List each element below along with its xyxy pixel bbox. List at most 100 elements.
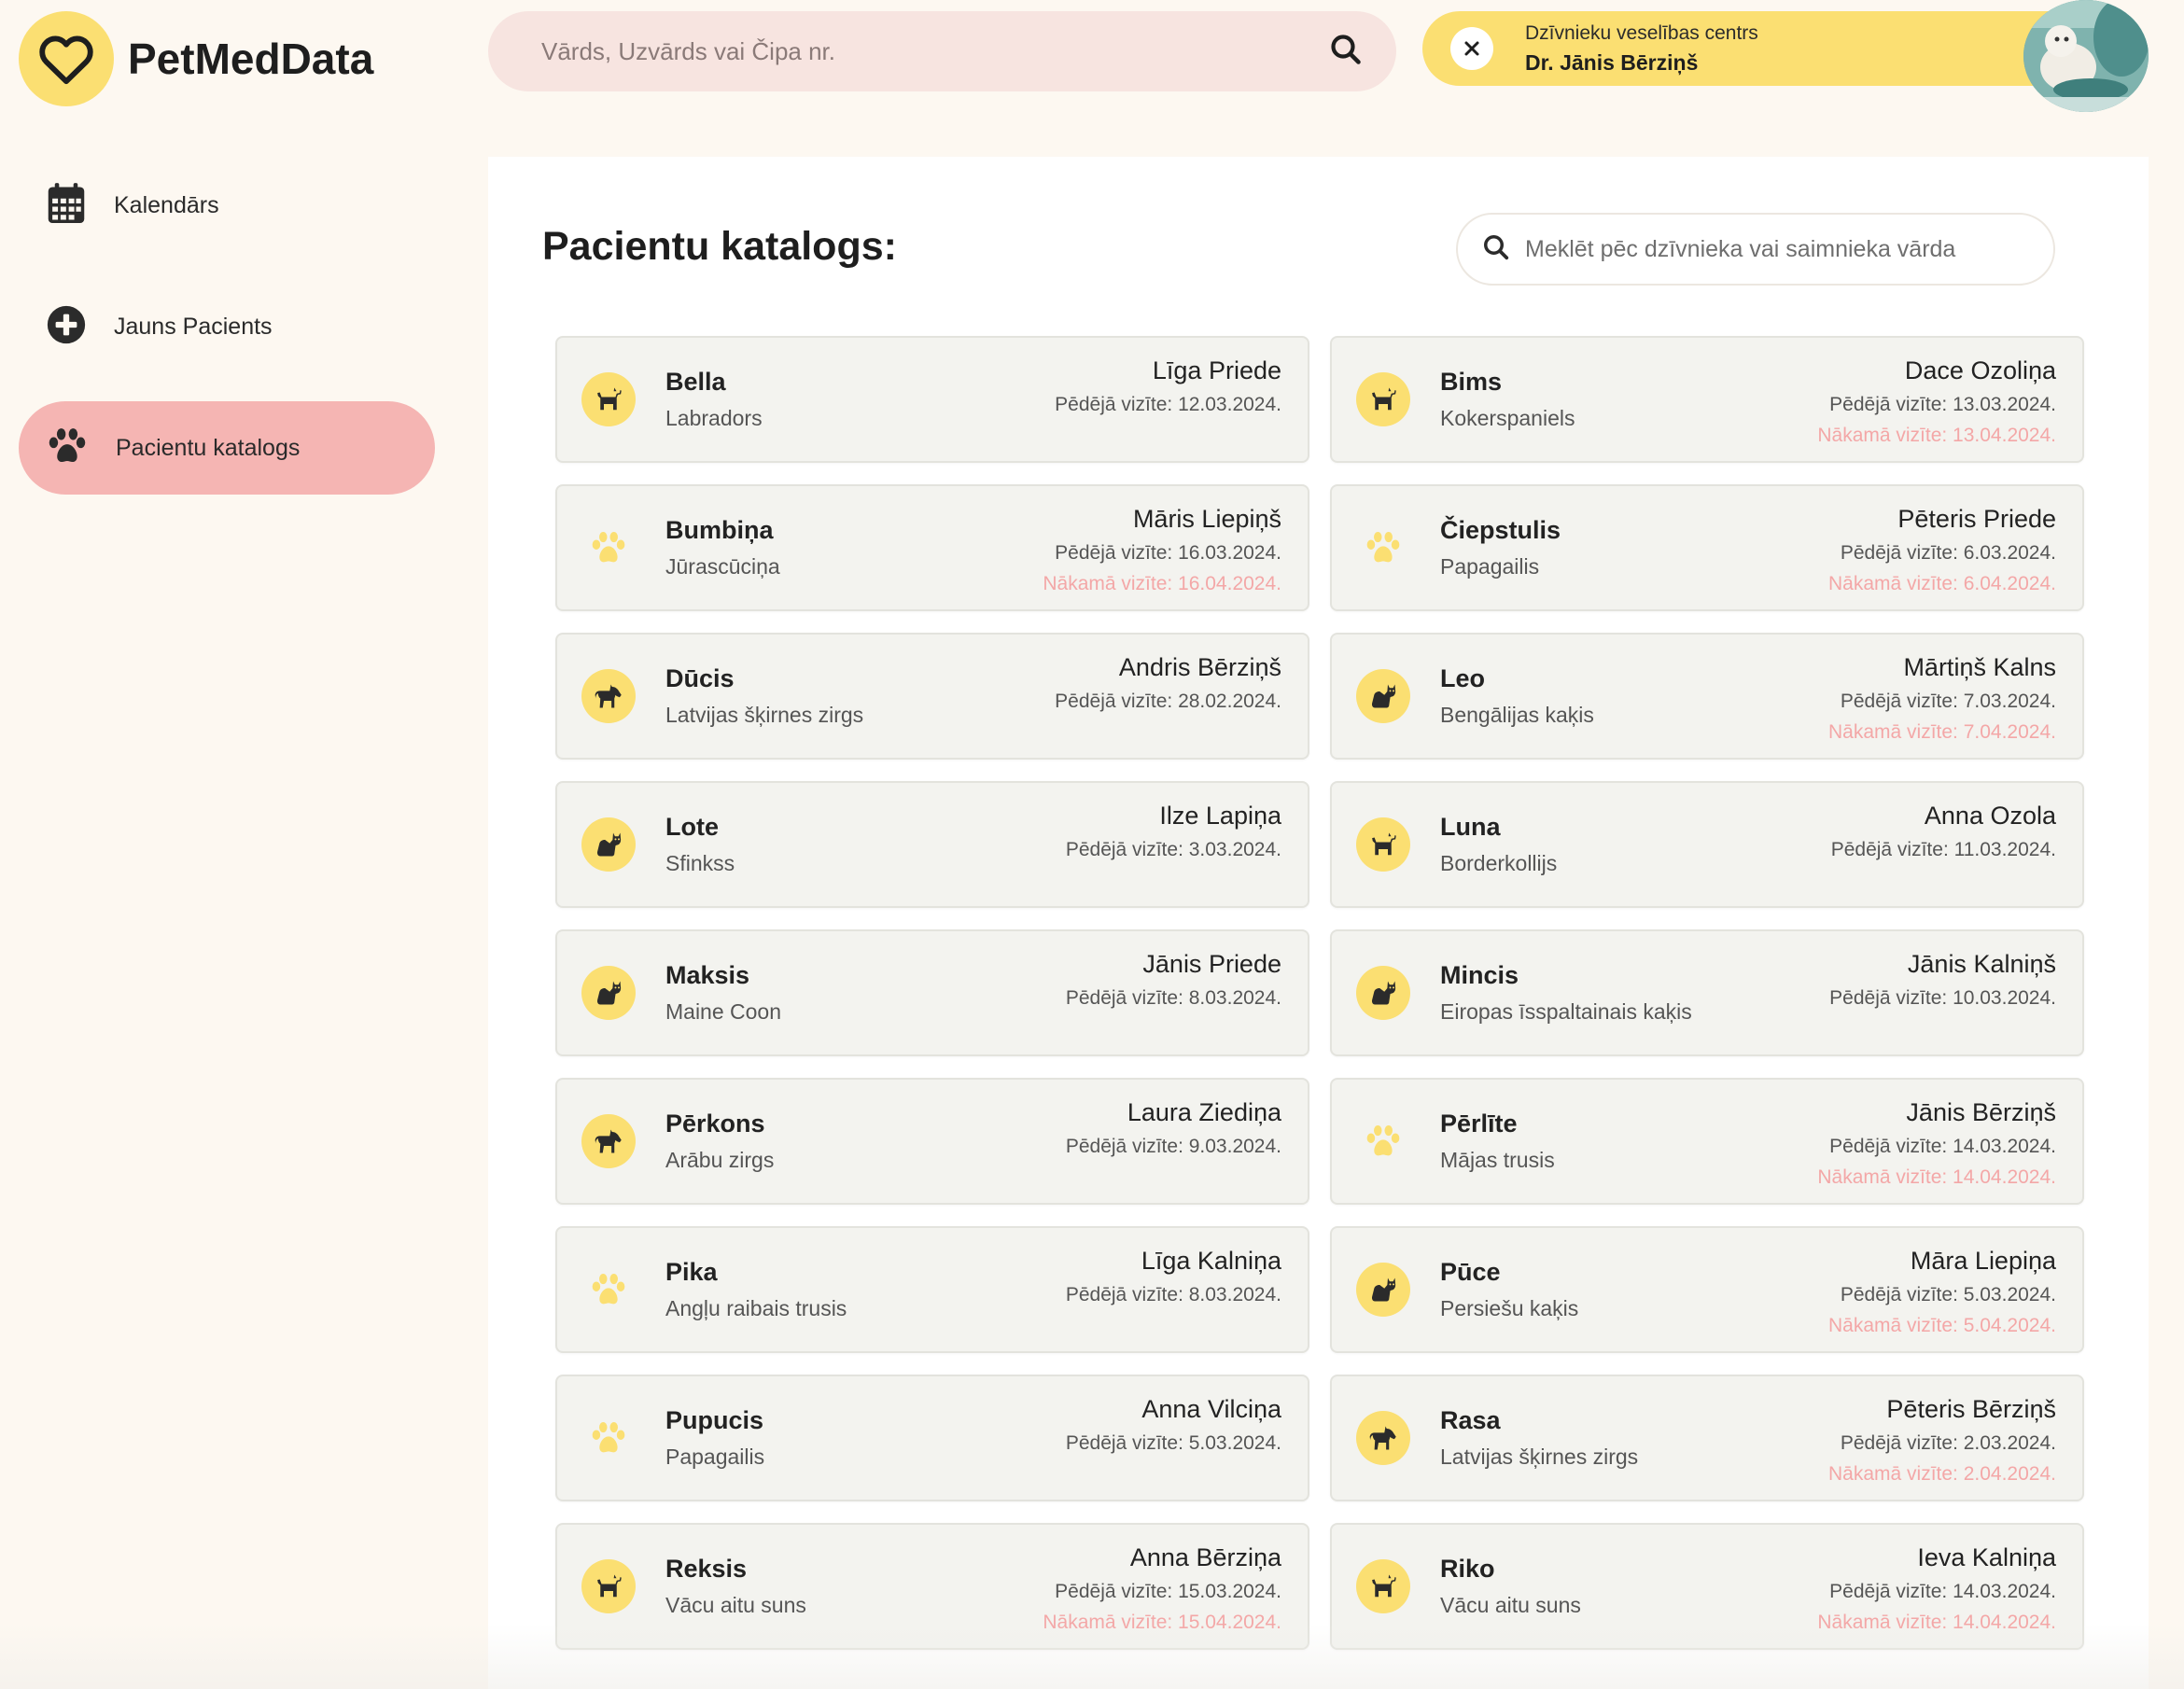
cat-icon: [581, 817, 636, 872]
owner-name: Līga Kalniņa: [1141, 1247, 1281, 1275]
pet-name: Bumbiņa: [665, 516, 774, 544]
catalog-panel: Pacientu katalogs: Bella Labradors Līga …: [488, 157, 2149, 1689]
plus-circle-icon: [47, 305, 86, 349]
clinic-name: Dzīvnieku veselības centrs: [1525, 21, 1758, 44]
last-visit: Pēdējā vizīte: 8.03.2024.: [1065, 987, 1281, 1009]
pet-breed: Latvijas šķirnes zirgs: [665, 703, 864, 727]
patient-card[interactable]: Bumbiņa Jūrascūciņa Māris Liepiņš Pēdējā…: [555, 484, 1309, 611]
cat-icon: [581, 966, 636, 1020]
patient-card[interactable]: Luna Borderkollijs Anna Ozola Pēdējā viz…: [1330, 781, 2084, 908]
pet-breed: Mājas trusis: [1440, 1148, 1555, 1172]
patient-card[interactable]: Rasa Latvijas šķirnes zirgs Pēteris Bērz…: [1330, 1375, 2084, 1501]
patient-card[interactable]: Bims Kokerspaniels Dace Ozoliņa Pēdējā v…: [1330, 336, 2084, 463]
sidebar-item-label: Jauns Pacients: [114, 313, 273, 340]
next-visit: Nākamā vizīte: 14.04.2024.: [1817, 1166, 2056, 1188]
dog-icon: [581, 372, 636, 426]
pet-breed: Maine Coon: [665, 999, 782, 1024]
pet-name: Pika: [665, 1258, 718, 1286]
catalog-search-bar: [1456, 213, 2055, 286]
patient-card[interactable]: Bella Labradors Līga Priede Pēdējā vizīt…: [555, 336, 1309, 463]
app-name: PetMedData: [128, 35, 374, 83]
last-visit: Pēdējā vizīte: 11.03.2024.: [1830, 839, 2056, 860]
patient-card[interactable]: Riko Vācu aitu suns Ieva Kalniņa Pēdējā …: [1330, 1523, 2084, 1650]
pet-name: Maksis: [665, 961, 750, 989]
pet-breed: Bengālijas kaķis: [1440, 703, 1594, 727]
dog-icon: [1356, 817, 1410, 872]
patient-card[interactable]: Mincis Eiropas īsspaltainais kaķis Jānis…: [1330, 929, 2084, 1056]
last-visit: Pēdējā vizīte: 12.03.2024.: [1055, 394, 1281, 415]
next-visit: Nākamā vizīte: 13.04.2024.: [1817, 425, 2056, 446]
dog-icon: [1356, 1559, 1410, 1613]
pet-name: Mincis: [1440, 961, 1519, 989]
owner-name: Ilze Lapiņa: [1159, 802, 1281, 830]
heart-logo-icon: [19, 11, 114, 106]
sidebar-item-patient-catalog[interactable]: Pacientu katalogs: [19, 401, 435, 495]
search-icon[interactable]: [1329, 33, 1363, 71]
pet-breed: Sfinkss: [665, 851, 735, 875]
pet-breed: Latvijas šķirnes zirgs: [1440, 1445, 1639, 1469]
page-title: Pacientu katalogs:: [542, 224, 897, 269]
pet-name: Čiepstulis: [1440, 516, 1561, 544]
sidebar-item-label: Kalendārs: [114, 191, 219, 218]
global-search-bar: [488, 11, 1396, 91]
last-visit: Pēdējā vizīte: 6.03.2024.: [1840, 542, 2056, 564]
patient-card[interactable]: Reksis Vācu aitu suns Anna Bērziņa Pēdēj…: [555, 1523, 1309, 1650]
paw-icon: [581, 1263, 636, 1317]
owner-name: Laura Ziediņa: [1127, 1098, 1281, 1126]
sidebar-item-calendar[interactable]: Kalendārs: [19, 159, 435, 252]
patient-card[interactable]: Pērkons Arābu zirgs Laura Ziediņa Pēdējā…: [555, 1078, 1309, 1205]
owner-name: Pēteris Bērziņš: [1886, 1395, 2056, 1423]
patient-card[interactable]: Pūce Persiešu kaķis Māra Liepiņa Pēdējā …: [1330, 1226, 2084, 1353]
last-visit: Pēdējā vizīte: 5.03.2024.: [1840, 1284, 2056, 1305]
patient-card[interactable]: Pupucis Papagailis Anna Vilciņa Pēdējā v…: [555, 1375, 1309, 1501]
owner-name: Jānis Priede: [1142, 950, 1281, 978]
pet-breed: Jūrascūciņa: [665, 554, 780, 579]
pet-name: Rasa: [1440, 1406, 1501, 1434]
catalog-search-input[interactable]: [1525, 235, 2053, 263]
patient-card[interactable]: Pērlīte Mājas trusis Jānis Bērziņš Pēdēj…: [1330, 1078, 2084, 1205]
cat-icon: [1356, 1263, 1410, 1317]
patient-card[interactable]: Dūcis Latvijas šķirnes zirgs Andris Bērz…: [555, 633, 1309, 760]
horse-icon: [581, 669, 636, 723]
pet-breed: Borderkollijs: [1440, 851, 1558, 875]
owner-name: Pēteris Priede: [1897, 505, 2056, 533]
last-visit: Pēdējā vizīte: 10.03.2024.: [1829, 987, 2056, 1009]
patient-card[interactable]: Čiepstulis Papagailis Pēteris Priede Pēd…: [1330, 484, 2084, 611]
owner-name: Anna Vilciņa: [1141, 1395, 1281, 1423]
app-logo[interactable]: PetMedData: [19, 11, 373, 106]
pet-name: Pūce: [1440, 1258, 1501, 1286]
pet-name: Riko: [1440, 1555, 1495, 1583]
pet-name: Leo: [1440, 664, 1486, 692]
pet-name: Pupucis: [665, 1406, 764, 1434]
pet-name: Bella: [665, 368, 726, 396]
patient-card[interactable]: Maksis Maine Coon Jānis Priede Pēdējā vi…: [555, 929, 1309, 1056]
pet-name: Pērlīte: [1440, 1110, 1518, 1138]
horse-icon: [1356, 1411, 1410, 1465]
next-visit: Nākamā vizīte: 6.04.2024.: [1828, 573, 2056, 594]
owner-name: Māra Liepiņa: [1910, 1247, 2056, 1275]
close-icon[interactable]: [1450, 27, 1493, 70]
owner-name: Dace Ozoliņa: [1904, 356, 2056, 384]
global-search-input[interactable]: [541, 36, 1329, 66]
pet-name: Reksis: [665, 1555, 748, 1583]
next-visit: Nākamā vizīte: 16.04.2024.: [1043, 573, 1281, 594]
avatar[interactable]: [2023, 0, 2149, 112]
paw-icon: [1356, 1114, 1410, 1168]
owner-name: Anna Ozola: [1924, 802, 2056, 830]
pet-breed: Vācu aitu suns: [665, 1593, 806, 1617]
last-visit: Pēdējā vizīte: 14.03.2024.: [1829, 1581, 2056, 1602]
pet-breed: Persiešu kaķis: [1440, 1296, 1579, 1320]
clinic-banner: Dzīvnieku veselības centrs Dr. Jānis Bēr…: [1422, 11, 2091, 86]
patient-card[interactable]: Lote Sfinkss Ilze Lapiņa Pēdējā vizīte: …: [555, 781, 1309, 908]
pet-breed: Vācu aitu suns: [1440, 1593, 1581, 1617]
pet-breed: Papagailis: [1440, 554, 1540, 579]
patient-card[interactable]: Leo Bengālijas kaķis Mārtiņš Kalns Pēdēj…: [1330, 633, 2084, 760]
sidebar-item-new-patient[interactable]: Jauns Pacients: [19, 280, 435, 373]
dog-icon: [581, 1559, 636, 1613]
dog-icon: [1356, 372, 1410, 426]
last-visit: Pēdējā vizīte: 14.03.2024.: [1829, 1136, 2056, 1157]
doctor-name: Dr. Jānis Bērziņš: [1525, 49, 1699, 75]
patient-card[interactable]: Pika Angļu raibais trusis Līga Kalniņa P…: [555, 1226, 1309, 1353]
last-visit: Pēdējā vizīte: 3.03.2024.: [1065, 839, 1281, 860]
last-visit: Pēdējā vizīte: 2.03.2024.: [1840, 1432, 2056, 1454]
